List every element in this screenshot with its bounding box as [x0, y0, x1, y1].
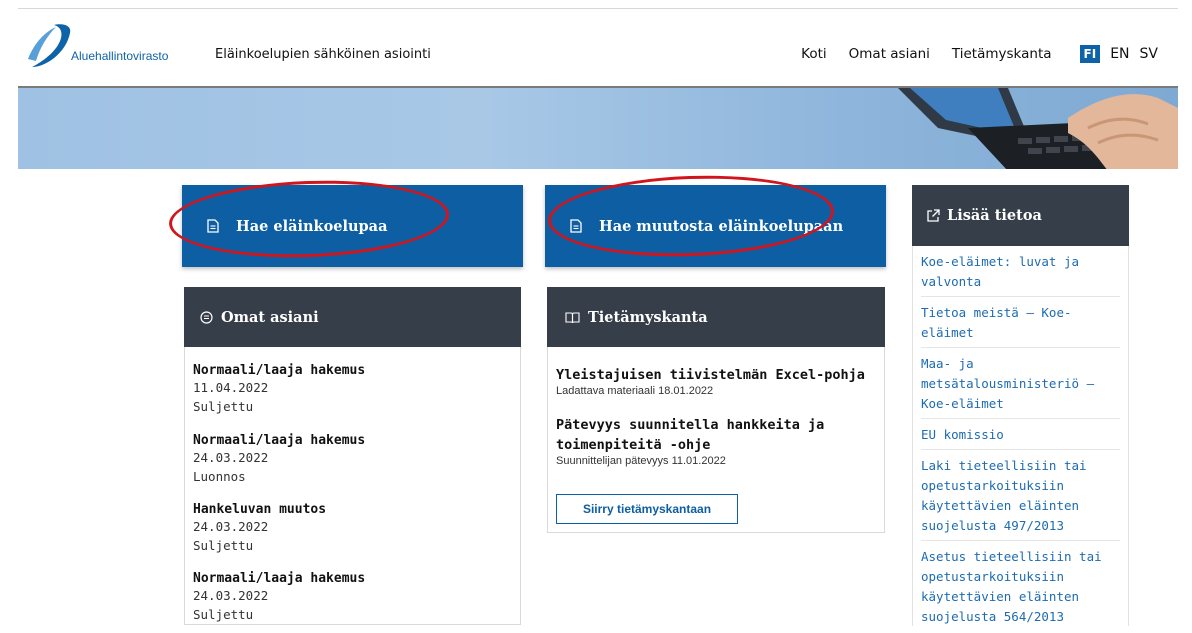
- case-date: 24.03.2022: [193, 450, 269, 465]
- lisaa-tietoa-header: Lisää tietoa: [912, 185, 1129, 246]
- case-title: Normaali/laaja hakemus: [193, 363, 366, 378]
- info-link[interactable]: Laki tieteellisiin tai opetustarkoituksi…: [921, 450, 1120, 541]
- lang-en[interactable]: EN: [1110, 46, 1129, 62]
- omat-asiani-title: Omat asiani: [221, 308, 319, 326]
- site-header: Aluehallintovirasto Eläinkoelupien sähkö…: [18, 8, 1178, 86]
- case-date: 11.04.2022: [193, 380, 269, 395]
- lang-sv[interactable]: SV: [1140, 46, 1158, 62]
- lang-fi[interactable]: FI: [1079, 45, 1101, 63]
- apply-change-card[interactable]: Hae muutosta eläinkoelupaan: [545, 185, 886, 267]
- omat-asiani-panel: Normaali/laaja hakemus 11.04.2022 Suljet…: [184, 347, 521, 625]
- case-date: 24.03.2022: [193, 588, 269, 603]
- info-link[interactable]: Tietoa meistä – Koe-eläimet: [921, 297, 1120, 348]
- book-icon: [565, 311, 580, 323]
- main-nav: Koti Omat asiani Tietämyskanta FI EN SV: [801, 45, 1158, 63]
- case-status: Suljettu: [193, 538, 254, 553]
- laptop-hands-image: [898, 88, 1178, 169]
- omat-asiani-header: Omat asiani: [184, 287, 521, 347]
- tietamyskanta-header: Tietämyskanta: [547, 287, 885, 347]
- case-title: Hankeluvan muutos: [193, 502, 327, 517]
- info-link[interactable]: EU komissio: [921, 419, 1120, 450]
- document-icon: [207, 219, 219, 233]
- info-links-list: Koe-eläimet: luvat ja valvonta Tietoa me…: [912, 246, 1129, 626]
- case-status: Suljettu: [193, 399, 254, 414]
- document-icon: [570, 219, 582, 233]
- apply-change-label: Hae muutosta eläinkoelupaan: [599, 217, 844, 235]
- case-status: Luonnos: [193, 469, 246, 484]
- external-link-icon: [927, 208, 940, 222]
- knowledge-title: Pätevyys suunnitella hankkeita ja toimen…: [556, 417, 825, 453]
- apply-permit-card[interactable]: Hae eläinkoelupaa: [182, 185, 523, 267]
- logo-text[interactable]: Aluehallintovirasto: [71, 49, 168, 63]
- nav-link-koti[interactable]: Koti: [801, 46, 826, 62]
- info-link[interactable]: Asetus tieteellisiin tai opetustarkoituk…: [921, 541, 1120, 626]
- case-item[interactable]: Hankeluvan muutos 24.03.2022 Suljettu: [193, 502, 326, 555]
- tietamyskanta-title: Tietämyskanta: [588, 308, 708, 326]
- hero-banner: [18, 86, 1178, 169]
- case-title: Normaali/laaja hakemus: [193, 571, 366, 586]
- list-icon: [200, 310, 213, 324]
- case-status: Suljettu: [193, 607, 254, 622]
- language-switcher: FI EN SV: [1079, 45, 1158, 63]
- case-item[interactable]: Normaali/laaja hakemus 24.03.2022 Luonno…: [193, 433, 365, 486]
- go-to-knowledge-base-button[interactable]: Siirry tietämyskantaan: [556, 494, 738, 524]
- knowledge-subtitle: Ladattava materiaali 18.01.2022: [556, 385, 714, 397]
- knowledge-title: Yleistajuisen tiivistelmän Excel-pohja: [556, 367, 865, 383]
- case-title: Normaali/laaja hakemus: [193, 433, 366, 448]
- knowledge-item[interactable]: Pätevyys suunnitella hankkeita ja toimen…: [556, 415, 876, 467]
- case-date: 24.03.2022: [193, 519, 269, 534]
- info-link[interactable]: Koe-eläimet: luvat ja valvonta: [921, 246, 1120, 297]
- service-title: Eläinkoelupien sähköinen asiointi: [215, 47, 431, 62]
- knowledge-subtitle: Suunnittelijan pätevyys 11.01.2022: [556, 455, 726, 467]
- avi-logo-icon[interactable]: [26, 23, 82, 71]
- case-item[interactable]: Normaali/laaja hakemus 11.04.2022 Suljet…: [193, 363, 365, 416]
- case-item[interactable]: Normaali/laaja hakemus 24.03.2022 Suljet…: [193, 571, 365, 624]
- nav-link-tietamyskanta[interactable]: Tietämyskanta: [952, 46, 1052, 62]
- knowledge-item[interactable]: Yleistajuisen tiivistelmän Excel-pohja L…: [556, 365, 876, 397]
- lisaa-tietoa-title: Lisää tietoa: [947, 207, 1042, 224]
- apply-permit-label: Hae eläinkoelupaa: [236, 217, 388, 235]
- nav-link-omat-asiani[interactable]: Omat asiani: [849, 46, 930, 62]
- info-link[interactable]: Maa- ja metsätalousministeriö – Koe-eläi…: [921, 348, 1120, 419]
